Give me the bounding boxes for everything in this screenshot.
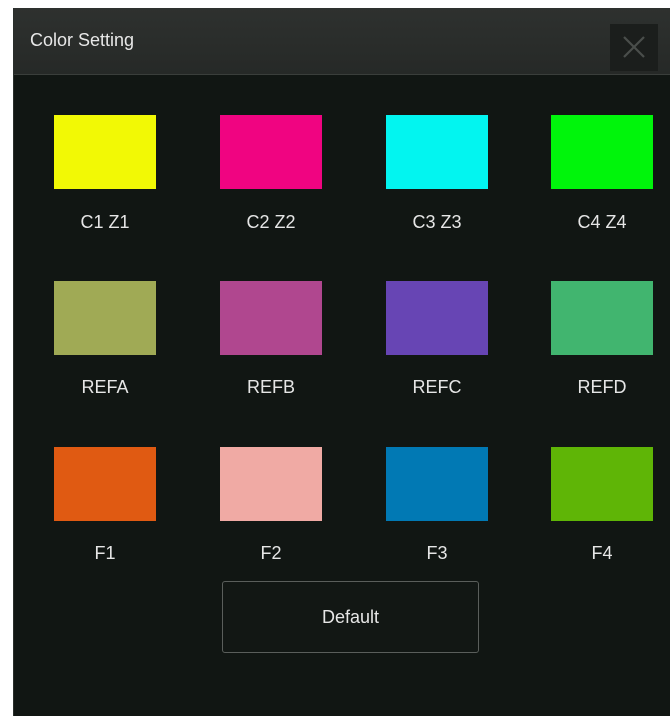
swatch-c3-z3[interactable] bbox=[386, 115, 488, 189]
swatch-label-c4-z4: C4 Z4 bbox=[577, 212, 627, 232]
swatch-f2[interactable] bbox=[220, 447, 322, 521]
swatch-refa[interactable] bbox=[54, 281, 156, 355]
swatch-label-f4: F4 bbox=[591, 543, 613, 563]
swatch-label-f2: F2 bbox=[260, 543, 282, 563]
swatch-refc[interactable] bbox=[386, 281, 488, 355]
swatch-refb[interactable] bbox=[220, 281, 322, 355]
close-button[interactable] bbox=[610, 24, 658, 71]
dialog-titlebar: Color Setting bbox=[14, 8, 670, 75]
swatch-label-c2-z2: C2 Z2 bbox=[246, 212, 296, 232]
swatch-c4-z4[interactable] bbox=[551, 115, 653, 189]
swatch-c1-z1[interactable] bbox=[54, 115, 156, 189]
swatch-label-refb: REFB bbox=[246, 377, 295, 397]
swatch-label-f3: F3 bbox=[426, 543, 448, 563]
swatch-label-refd: REFD bbox=[577, 377, 627, 397]
swatch-label-refa: REFA bbox=[81, 377, 129, 397]
swatch-refd[interactable] bbox=[551, 281, 653, 355]
swatch-c2-z2[interactable] bbox=[220, 115, 322, 189]
color-setting-dialog: Color Setting C1 Z1 C2 Z2 C3 Z3 C4 Z4 RE… bbox=[13, 8, 670, 716]
default-button[interactable]: Default bbox=[222, 581, 479, 653]
swatch-f4[interactable] bbox=[551, 447, 653, 521]
swatch-label-c1-z1: C1 Z1 bbox=[80, 212, 130, 232]
close-icon bbox=[623, 36, 645, 58]
swatch-f1[interactable] bbox=[54, 447, 156, 521]
swatch-label-refc: REFC bbox=[412, 377, 462, 397]
dialog-title: Color Setting bbox=[30, 30, 135, 50]
swatch-f3[interactable] bbox=[386, 447, 488, 521]
swatch-label-c3-z3: C3 Z3 bbox=[412, 212, 462, 232]
swatch-label-f1: F1 bbox=[94, 543, 116, 563]
